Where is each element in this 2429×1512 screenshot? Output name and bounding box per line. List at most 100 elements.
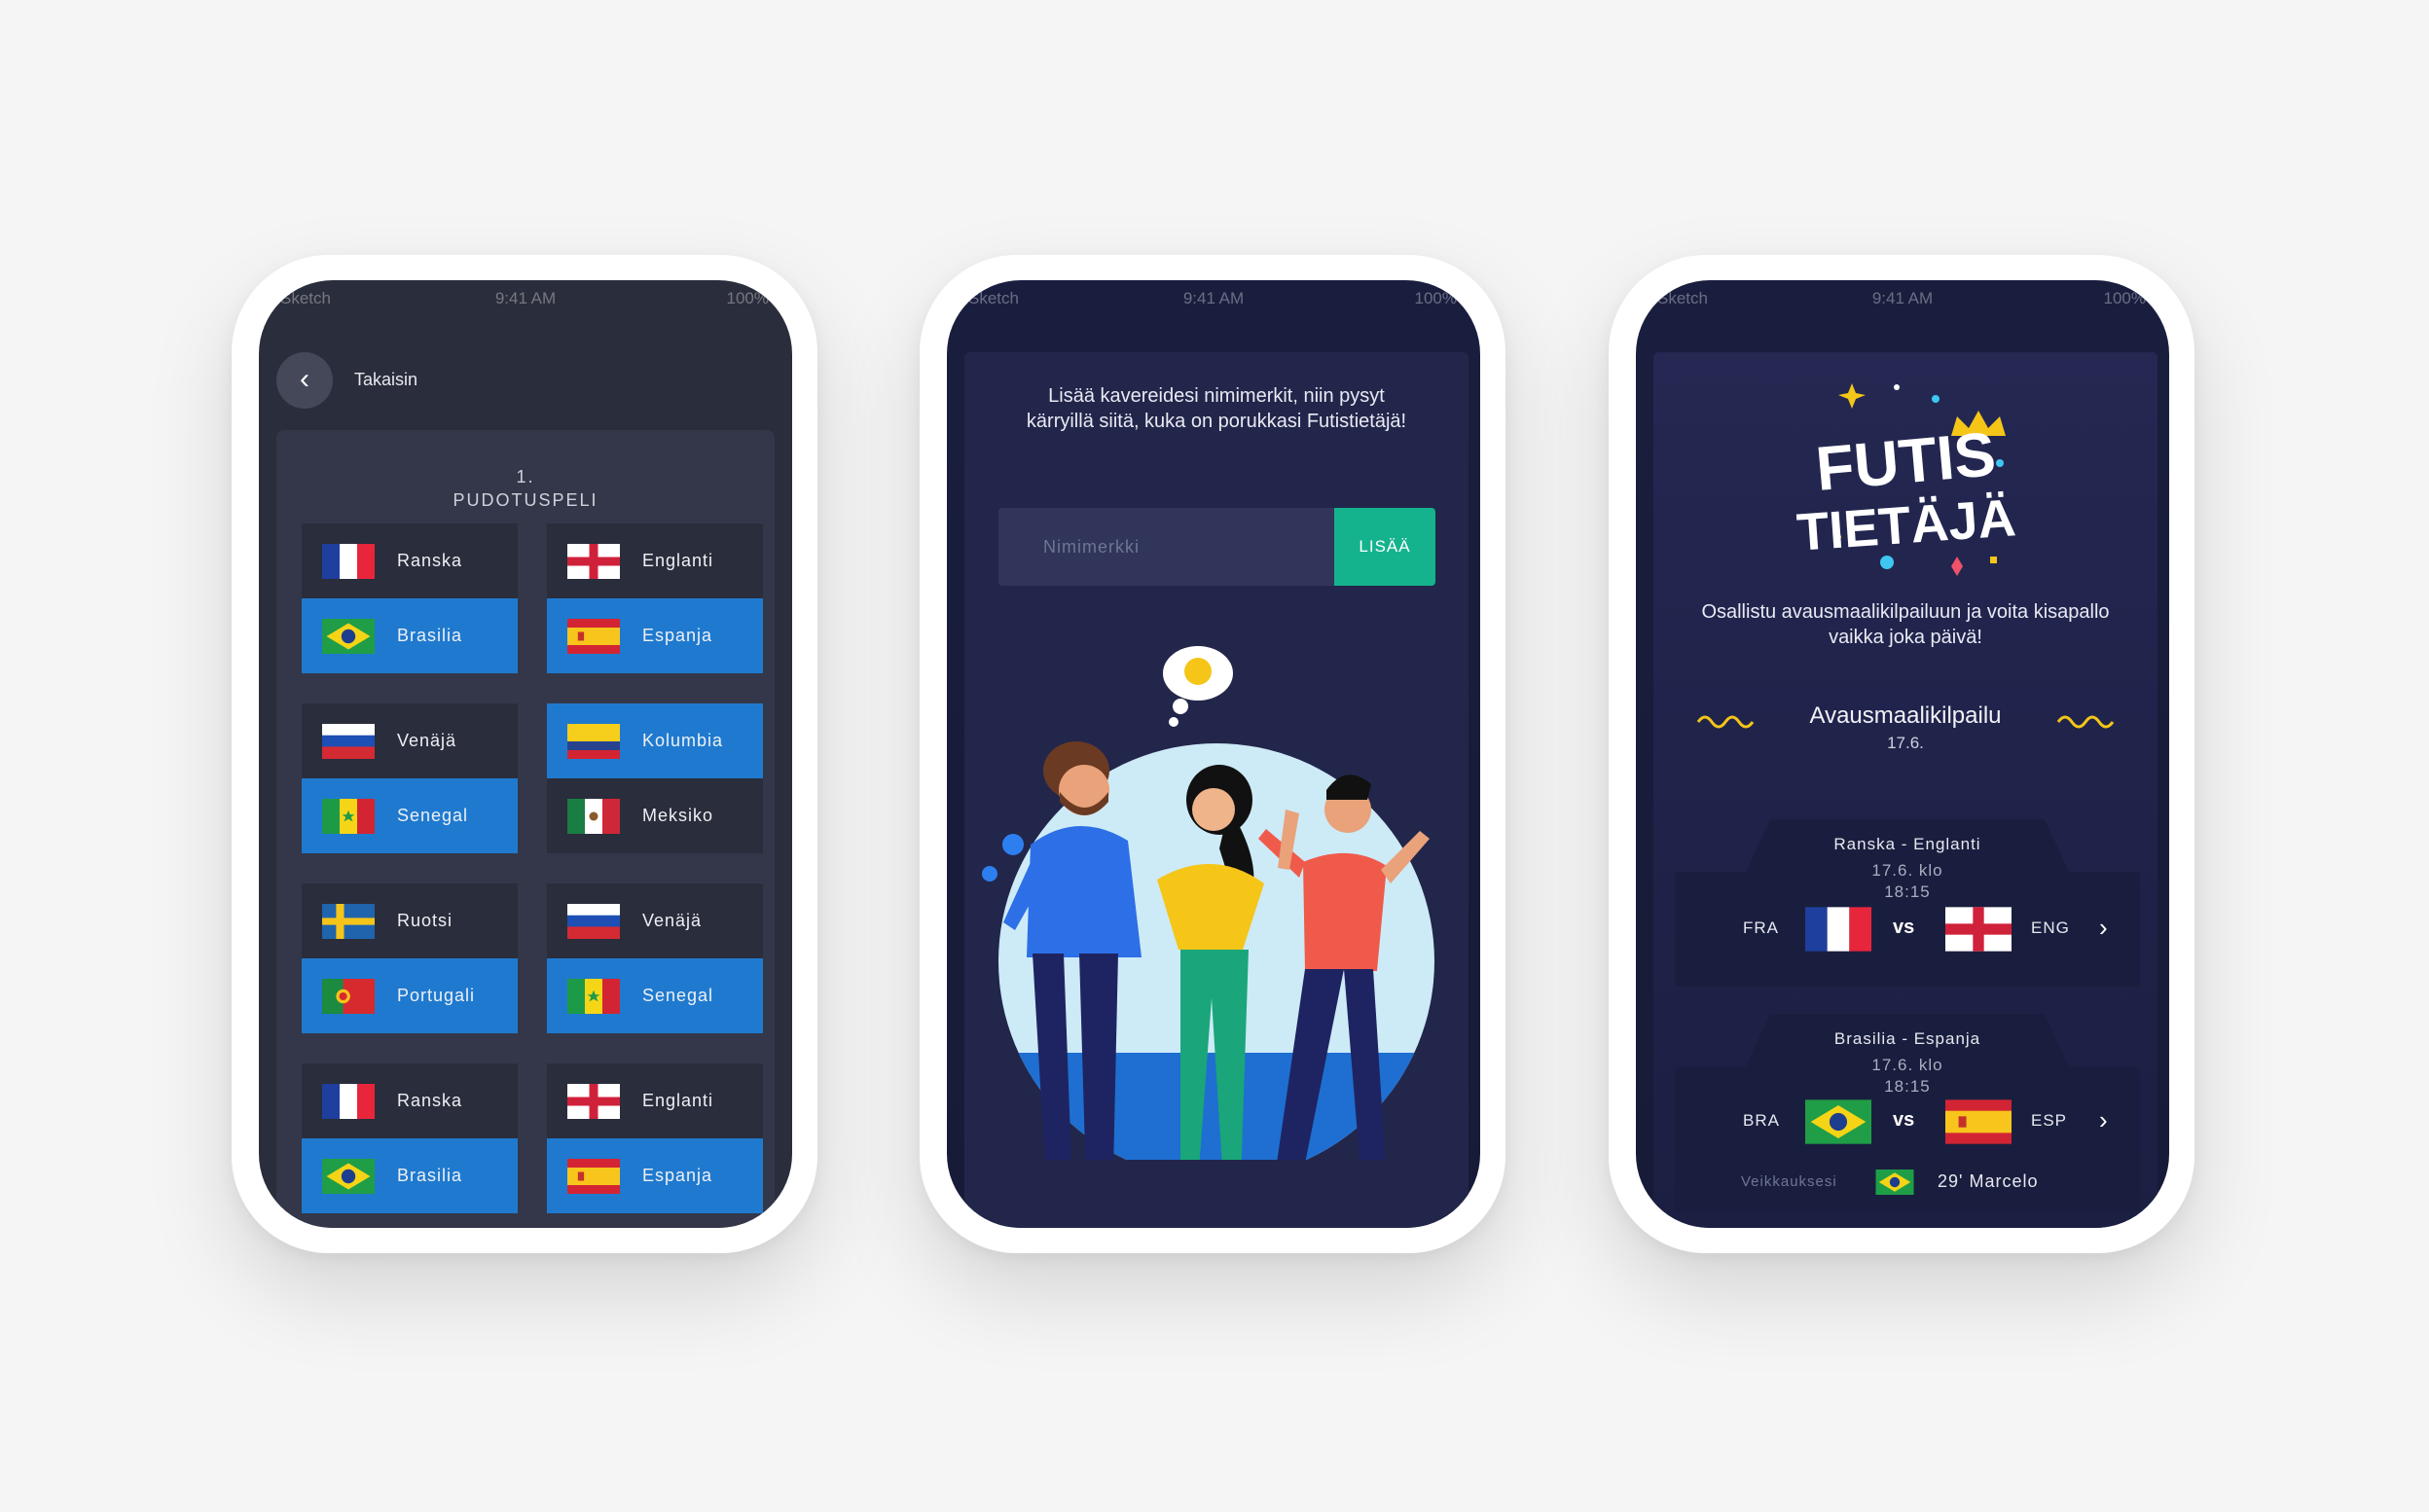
flag-portugal-icon — [321, 979, 376, 1014]
friends-card: Lisää kavereidesi nimimerkit, niin pysyt… — [964, 352, 1468, 1228]
flag-mexico-icon — [566, 799, 621, 834]
flag-russia-icon — [566, 904, 621, 939]
chevron-right-icon[interactable]: › — [2099, 1105, 2108, 1135]
match-time: 18:15 — [1884, 1077, 1931, 1096]
team-name: Portugali — [397, 986, 476, 1005]
nickname-input[interactable] — [998, 508, 1334, 586]
chevron-right-icon[interactable]: › — [2099, 913, 2108, 943]
match-card[interactable]: Ranska - Englanti 17.6. klo 18:15 FRA vs… — [1675, 819, 2140, 987]
status-bar: Sketch 9:41 AM 100% — [259, 280, 792, 319]
match-time: 18:15 — [1884, 882, 1931, 901]
team-option-selected[interactable]: Brasilia — [302, 1138, 518, 1213]
flag-brazil-icon — [321, 1159, 376, 1194]
phone-frame-friends: Sketch 9:41 AM 100% Lisää kavereidesi ni… — [920, 255, 1505, 1253]
status-battery: 100% — [726, 289, 769, 307]
team-option[interactable]: Ruotsi — [302, 883, 518, 958]
add-button[interactable]: LISÄÄ — [1334, 508, 1435, 586]
team-name: Brasilia — [397, 1166, 463, 1185]
status-time: 9:41 AM — [1182, 289, 1245, 307]
status-battery: 100% — [2103, 289, 2146, 307]
round-number: 1. — [516, 467, 535, 486]
away-code: ESP — [2031, 1111, 2068, 1130]
status-battery: 100% — [1414, 289, 1457, 307]
team-option[interactable]: Englanti — [547, 1063, 763, 1138]
team-name: Espanja — [642, 1166, 713, 1185]
flag-brazil-icon — [1875, 1170, 1914, 1195]
team-name: Venäjä — [642, 911, 703, 930]
friends-screen: Sketch 9:41 AM 100% Lisää kavereidesi ni… — [947, 280, 1480, 1228]
round-title: PUDOTUSPELI — [453, 490, 598, 510]
competition-date: 17.6. — [1887, 734, 1924, 752]
team-option[interactable]: Meksiko — [547, 778, 763, 853]
back-button[interactable]: ‹ — [276, 352, 333, 409]
team-name: Brasilia — [397, 626, 463, 645]
competition-card: FUTIS TIETÄJÄ Osallistu avausmaalikilpai… — [1653, 352, 2157, 1228]
flag-france-icon — [321, 544, 376, 579]
team-option-selected[interactable]: Espanja — [547, 1138, 763, 1213]
team-name: Senegal — [397, 806, 469, 825]
vs-label: vs — [1893, 1109, 1915, 1131]
flag-russia-icon — [321, 724, 376, 759]
phone-frame-knockout: Sketch 9:41 AM 100% ‹ Takaisin 1. PUDOTU… — [232, 255, 817, 1253]
flag-england-icon — [566, 544, 621, 579]
futistietaja-logo: FUTIS TIETÄJÄ — [1795, 383, 2017, 576]
team-option-selected[interactable]: Espanja — [547, 598, 763, 673]
status-bar: Sketch 9:41 AM 100% — [947, 280, 1480, 319]
friends-illustration — [982, 646, 1434, 1160]
competition-screen: Sketch 9:41 AM 100% FUTIS TIETÄJÄ Osalli… — [1636, 280, 2169, 1228]
team-option[interactable]: Ranska — [302, 1063, 518, 1138]
flag-sweden-icon — [321, 904, 376, 939]
flag-senegal-icon — [566, 979, 621, 1014]
flag-brazil-icon — [1805, 1099, 1871, 1144]
status-time: 9:41 AM — [1871, 289, 1934, 307]
vs-label: vs — [1893, 917, 1915, 938]
flag-france-icon — [1805, 907, 1871, 952]
status-time: 9:41 AM — [494, 289, 557, 307]
away-code: ENG — [2031, 918, 2070, 937]
team-option[interactable]: Venäjä — [547, 883, 763, 958]
flag-spain-icon — [1945, 1099, 2012, 1144]
team-option-selected[interactable]: Kolumbia — [547, 703, 763, 778]
back-label[interactable]: Takaisin — [354, 370, 417, 390]
team-option[interactable]: Ranska — [302, 523, 518, 598]
flag-france-icon — [321, 1084, 376, 1119]
flag-spain-icon — [566, 1159, 621, 1194]
flag-spain-icon — [566, 619, 621, 654]
team-name: Ranska — [397, 1091, 463, 1110]
flag-england-icon — [1945, 907, 2012, 952]
flag-england-icon — [566, 1084, 621, 1119]
guess-value: 29' Marcelo — [1938, 1171, 2039, 1191]
team-option[interactable]: Venäjä — [302, 703, 518, 778]
team-option-selected[interactable]: Senegal — [547, 958, 763, 1033]
knockout-card: 1. PUDOTUSPELI Ranska Brasilia Englanti … — [276, 430, 775, 1228]
team-option-selected[interactable]: Portugali — [302, 958, 518, 1033]
team-name: Meksiko — [642, 806, 714, 825]
match-title: Brasilia - Espanja — [1833, 1029, 1981, 1048]
team-name: Kolumbia — [642, 731, 724, 750]
team-name: Englanti — [642, 1091, 714, 1110]
team-name: Venäjä — [397, 731, 457, 750]
knockout-screen: Sketch 9:41 AM 100% ‹ Takaisin 1. PUDOTU… — [259, 280, 792, 1228]
guess-label: Veikkauksesi — [1741, 1173, 1837, 1190]
match-title: Ranska - Englanti — [1833, 835, 1981, 853]
home-code: BRA — [1743, 1111, 1780, 1130]
team-name: Englanti — [642, 551, 714, 570]
team-option-selected[interactable]: Brasilia — [302, 598, 518, 673]
competition-title: Avausmaalikilpailu — [1809, 702, 2002, 729]
team-name: Ranska — [397, 551, 463, 570]
match-card[interactable]: Brasilia - Espanja 17.6. klo 18:15 BRA v… — [1675, 1014, 2140, 1224]
team-name: Ruotsi — [397, 911, 453, 930]
chevron-left-icon: ‹ — [300, 363, 309, 395]
flag-colombia-icon — [566, 724, 621, 759]
team-option-selected[interactable]: Senegal — [302, 778, 518, 853]
intro-text: Lisää kavereidesi nimimerkit, niin pysyt… — [1026, 385, 1407, 432]
status-bar: Sketch 9:41 AM 100% — [1636, 280, 2169, 319]
tagline: Osallistu avausmaalikilpailuun ja voita … — [1701, 601, 2110, 648]
team-name: Senegal — [642, 986, 714, 1005]
phone-frame-competition: Sketch 9:41 AM 100% FUTIS TIETÄJÄ Osalli… — [1609, 255, 2194, 1253]
flag-brazil-icon — [321, 619, 376, 654]
team-option[interactable]: Englanti — [547, 523, 763, 598]
match-date: 17.6. klo — [1871, 861, 1943, 880]
home-code: FRA — [1743, 918, 1779, 937]
team-name: Espanja — [642, 626, 713, 645]
